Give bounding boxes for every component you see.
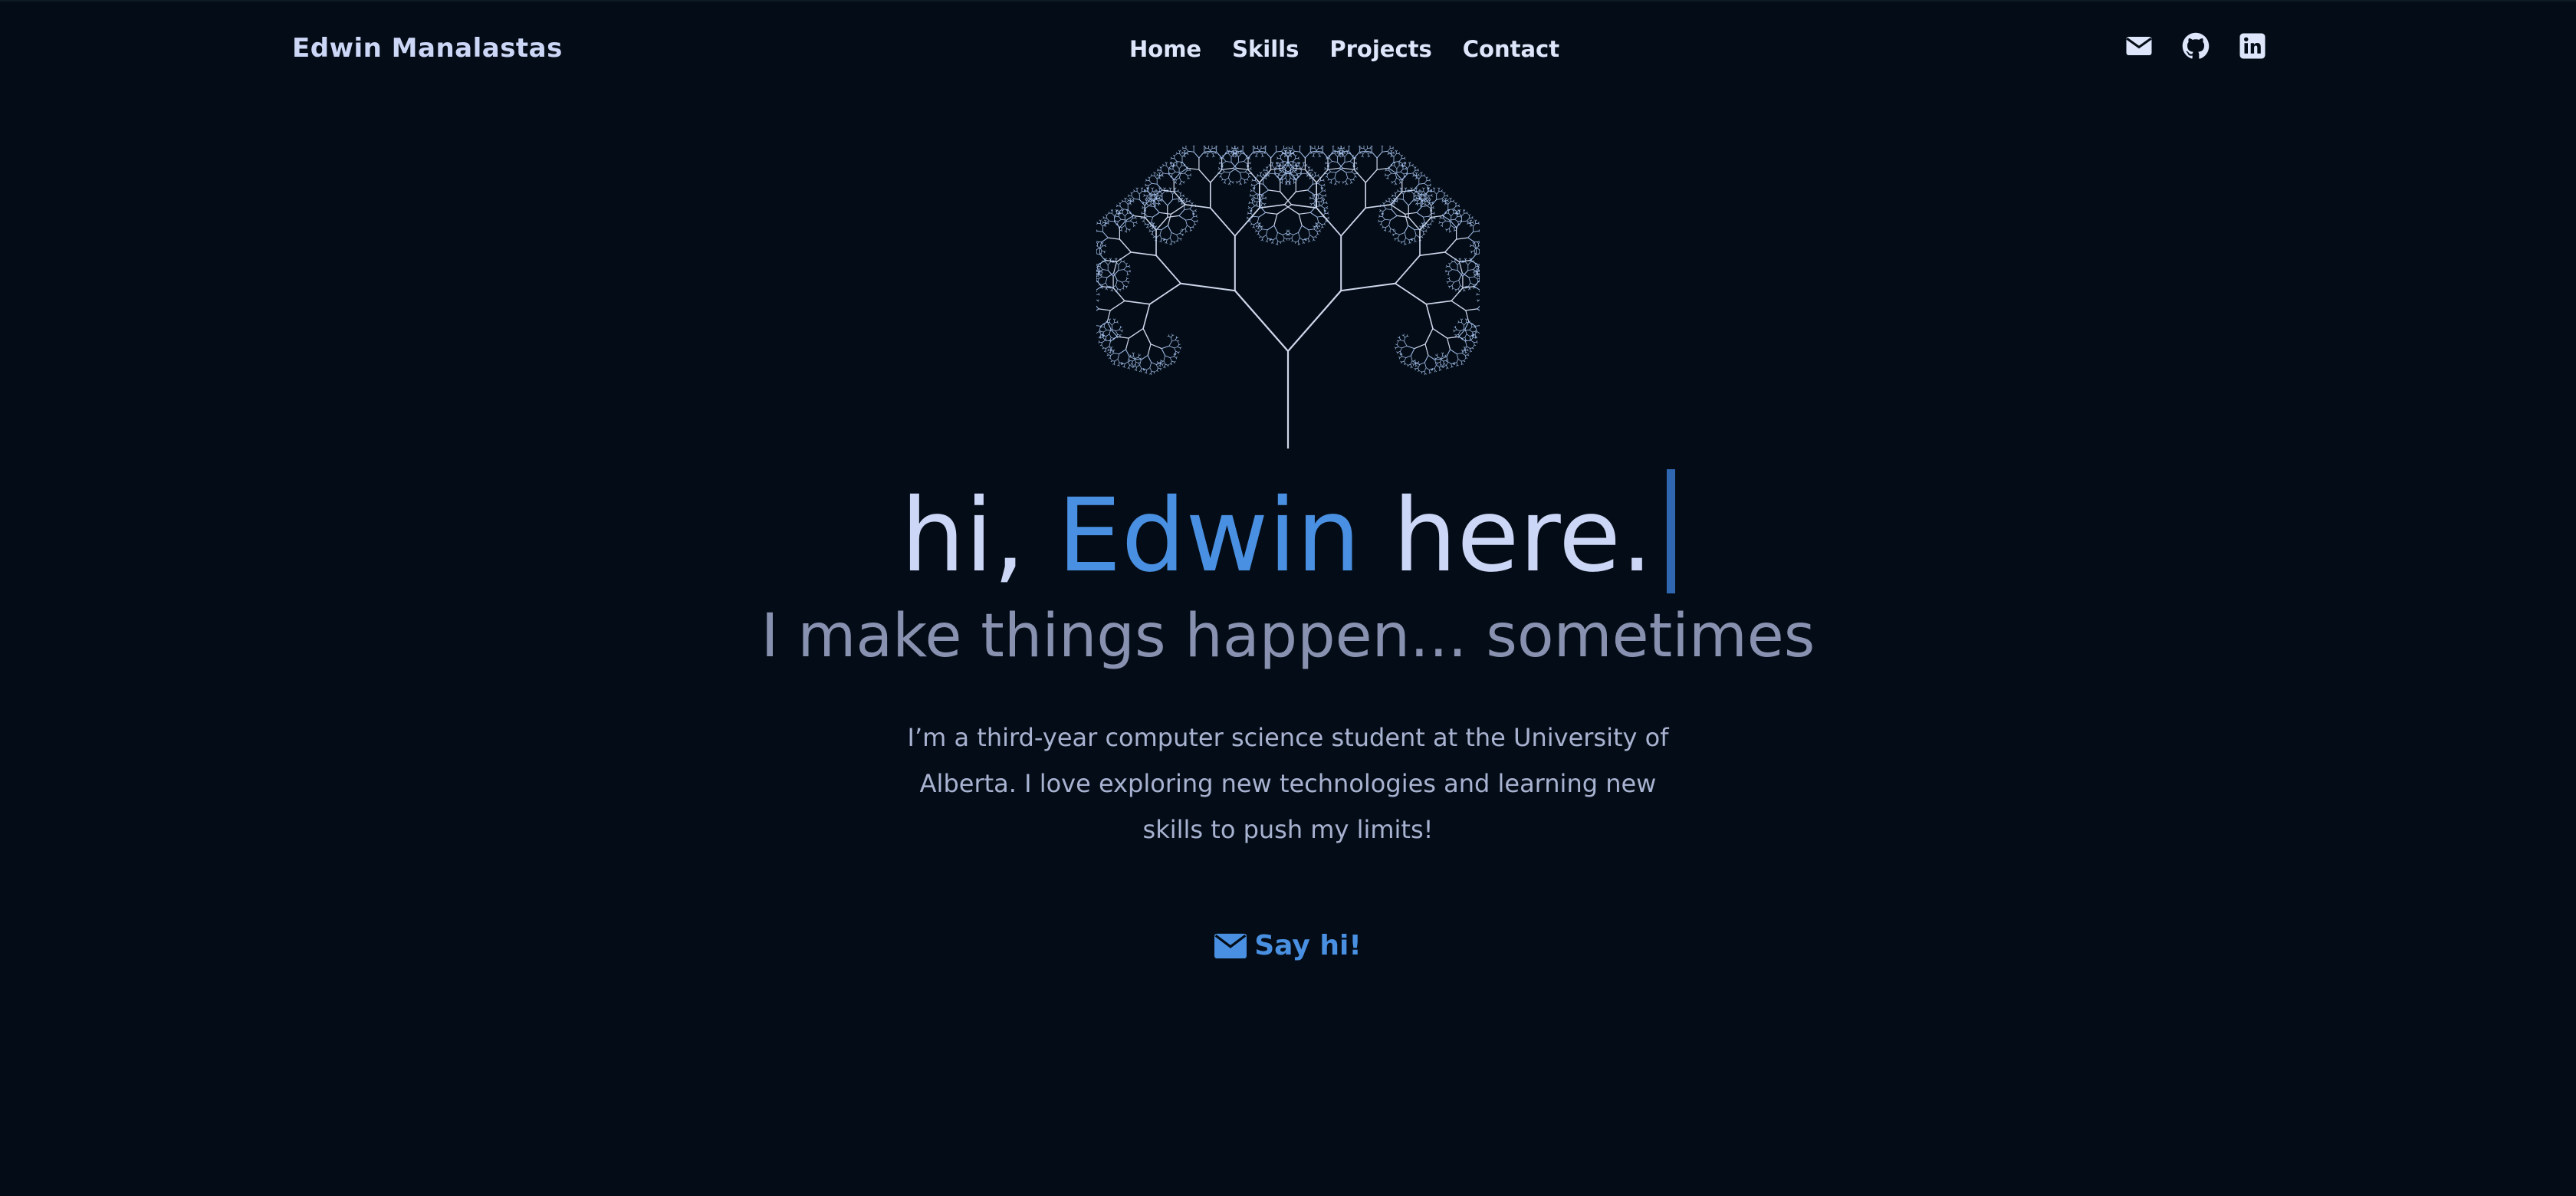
nav-home[interactable]: Home xyxy=(1129,36,1201,62)
hero-intro: I’m a third-year computer science studen… xyxy=(907,723,1669,844)
say-hi-section: Say hi! xyxy=(0,930,2576,966)
say-hi-button[interactable]: Say hi! xyxy=(1214,930,1362,961)
hero-tagline: I make things happen... sometimes xyxy=(761,602,1815,671)
say-hi-label: Say hi! xyxy=(1254,930,1362,961)
nav-links: Home Skills Projects Contact xyxy=(1129,36,1559,62)
github-icon[interactable] xyxy=(2182,32,2210,60)
greeting-suffix: here. xyxy=(1360,477,1654,595)
nav-contact[interactable]: Contact xyxy=(1463,36,1559,62)
nav-projects[interactable]: Projects xyxy=(1329,36,1431,62)
envelope-icon xyxy=(1214,933,1247,958)
navbar: Edwin Manalastas Home Skills Projects Co… xyxy=(0,0,2576,100)
greeting-prefix: hi, xyxy=(900,477,1058,595)
fractal-tree-image xyxy=(1096,146,1480,449)
email-icon[interactable] xyxy=(2125,32,2153,60)
hero-greeting: hi, Edwin here. xyxy=(0,469,2576,600)
brand-name[interactable]: Edwin Manalastas xyxy=(292,33,563,64)
greeting-name: Edwin xyxy=(1057,477,1361,595)
linkedin-icon[interactable] xyxy=(2239,32,2266,60)
nav-skills[interactable]: Skills xyxy=(1232,36,1299,62)
typing-cursor xyxy=(1667,469,1676,593)
social-links xyxy=(2125,32,2266,60)
